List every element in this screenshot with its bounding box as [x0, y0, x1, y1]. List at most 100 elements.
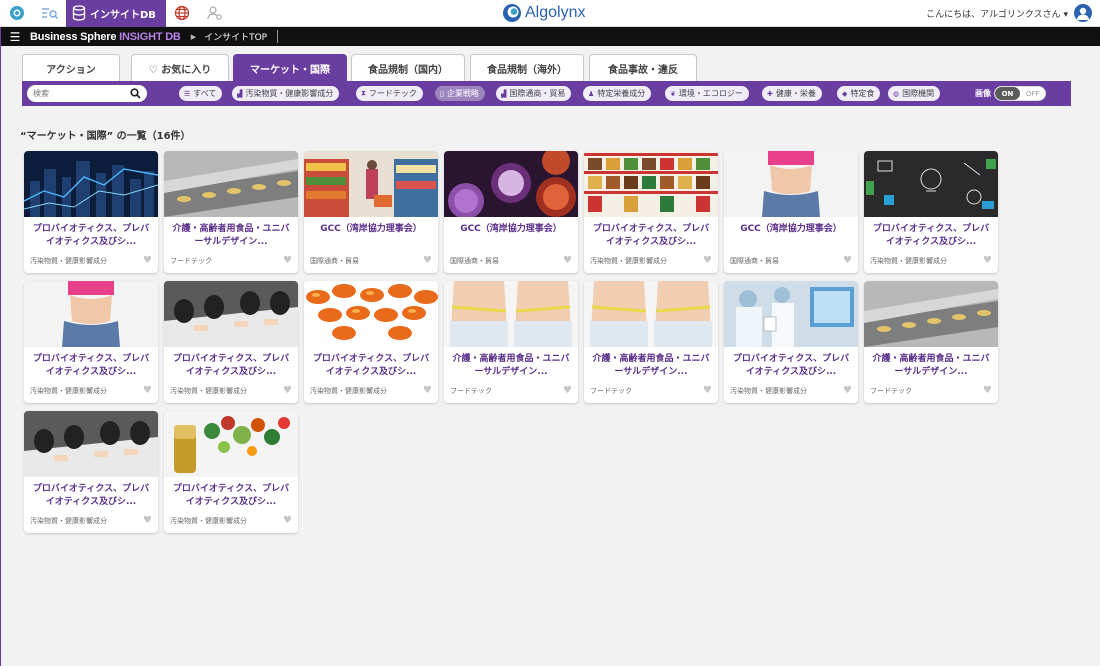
favorite-heart-icon[interactable]: ♥ [703, 385, 712, 396]
card-title[interactable]: プロバイオティクス、プレバイオティクス及びシ... [724, 347, 858, 385]
card-thumbnail[interactable] [864, 281, 998, 347]
filter-chip-health[interactable]: ✚ 健康・栄養 [762, 86, 822, 101]
tag-icon: ◆ [842, 89, 848, 98]
card-title[interactable]: プロバイオティクス、プレバイオティクス及びシ... [304, 347, 438, 385]
favorite-heart-icon[interactable]: ♥ [143, 385, 152, 396]
article-card[interactable]: GCC（湾岸協力理事会） 国際通商・貿易 ♥ [304, 151, 438, 273]
article-card[interactable]: プロバイオティクス、プレバイオティクス及びシ... 汚染物質・健康影響成分 ♥ [864, 151, 998, 273]
article-card[interactable]: プロバイオティクス、プレバイオティクス及びシ... 汚染物質・健康影響成分 ♥ [584, 151, 718, 273]
breadcrumb[interactable]: インサイトTOP [204, 30, 279, 43]
favorite-heart-icon[interactable]: ♥ [143, 515, 152, 526]
favorite-heart-icon[interactable]: ♥ [283, 515, 292, 526]
favorite-heart-icon[interactable]: ♥ [983, 385, 992, 396]
article-card[interactable]: 介護・高齢者用食品・ユニバーサルデザイン... フードテック ♥ [444, 281, 578, 403]
filter-chip-nutrients[interactable]: ♟ 特定栄養成分 [583, 86, 652, 101]
insight-db-tab[interactable]: インサイトDB [66, 0, 166, 27]
card-thumbnail[interactable] [584, 151, 718, 217]
card-title[interactable]: GCC（湾岸協力理事会） [444, 217, 578, 255]
tab-market-international[interactable]: マーケット・国際 [233, 54, 347, 81]
favorite-heart-icon[interactable]: ♥ [983, 255, 992, 266]
filter-chip-contaminants[interactable]: ▟ 汚染物質・健康影響成分 [232, 86, 340, 101]
search-icon[interactable] [130, 88, 141, 99]
article-card[interactable]: GCC（湾岸協力理事会） 国際通商・貿易 ♥ [444, 151, 578, 273]
filter-chip-corporate-strategy[interactable]: ▯ 企業戦略 [435, 86, 485, 101]
article-card[interactable]: プロバイオティクス、プレバイオティクス及びシ... 汚染物質・健康影響成分 ♥ [164, 411, 298, 533]
article-card[interactable]: プロバイオティクス、プレバイオティクス及びシ... 汚染物質・健康影響成分 ♥ [24, 281, 158, 403]
card-title[interactable]: プロバイオティクス、プレバイオティクス及びシ... [24, 477, 158, 515]
favorite-heart-icon[interactable]: ♥ [283, 255, 292, 266]
card-title[interactable]: プロバイオティクス、プレバイオティクス及びシ... [164, 477, 298, 515]
algolynx-logo[interactable]: Algolynx [502, 3, 585, 23]
image-toggle[interactable]: ON OFF [994, 86, 1046, 101]
card-thumbnail[interactable] [24, 151, 158, 217]
favorite-heart-icon[interactable]: ♥ [703, 255, 712, 266]
article-card[interactable]: 介護・高齢者用食品・ユニバーサルデザイン... フードテック ♥ [164, 151, 298, 273]
card-title[interactable]: プロバイオティクス、プレバイオティクス及びシ... [864, 217, 998, 255]
card-title[interactable]: プロバイオティクス、プレバイオティクス及びシ... [24, 347, 158, 385]
favorite-heart-icon[interactable]: ♥ [563, 385, 572, 396]
filter-chip-trade[interactable]: ▟ 国際通商・貿易 [496, 86, 572, 101]
article-card[interactable]: 介護・高齢者用食品・ユニバーサルデザイン... フードテック ♥ [864, 281, 998, 403]
card-title[interactable]: GCC（湾岸協力理事会） [304, 217, 438, 255]
card-thumbnail[interactable] [444, 281, 578, 347]
card-thumbnail[interactable] [444, 151, 578, 219]
favorite-heart-icon[interactable]: ♥ [843, 385, 852, 396]
article-card[interactable]: プロバイオティクス、プレバイオティクス及びシ... 汚染物質・健康影響成分 ♥ [164, 281, 298, 403]
filter-chip-foodtech[interactable]: ⧗ フードテック [356, 86, 423, 101]
card-category: 汚染物質・健康影響成分 [870, 256, 947, 265]
card-thumbnail[interactable] [304, 281, 438, 347]
article-card[interactable]: GCC（湾岸協力理事会） 国際通商・貿易 ♥ [724, 151, 858, 273]
card-title[interactable]: プロバイオティクス、プレバイオティクス及びシ... [584, 217, 718, 255]
article-card[interactable]: プロバイオティクス、プレバイオティクス及びシ... 汚染物質・健康影響成分 ♥ [24, 151, 158, 273]
card-thumbnail[interactable] [724, 281, 858, 347]
filter-chip-specific-food[interactable]: ◆ 特定食 [837, 86, 881, 101]
article-card[interactable]: プロバイオティクス、プレバイオティクス及びシ... 汚染物質・健康影響成分 ♥ [724, 281, 858, 403]
globe-icon[interactable] [166, 0, 199, 27]
card-meta: 国際通商・貿易 ♥ [724, 255, 858, 266]
article-card[interactable]: プロバイオティクス、プレバイオティクス及びシ... 汚染物質・健康影響成分 ♥ [24, 411, 158, 533]
card-thumbnail[interactable] [864, 151, 998, 217]
card-thumbnail[interactable] [304, 151, 438, 217]
tab-favorites[interactable]: ♡ お気に入り [131, 54, 229, 81]
card-thumbnail[interactable] [164, 151, 298, 217]
article-card[interactable]: プロバイオティクス、プレバイオティクス及びシ... 汚染物質・健康影響成分 ♥ [304, 281, 438, 403]
card-title[interactable]: プロバイオティクス、プレバイオティクス及びシ... [164, 347, 298, 385]
card-meta: フードテック ♥ [444, 385, 578, 396]
card-thumbnail[interactable] [584, 281, 718, 347]
toggle-on[interactable]: ON [995, 87, 1020, 100]
home-icon[interactable] [0, 0, 33, 27]
card-thumbnail[interactable] [24, 411, 158, 477]
card-thumbnail[interactable] [24, 281, 158, 347]
user-settings-icon[interactable] [199, 0, 232, 27]
card-title[interactable]: GCC（湾岸協力理事会） [724, 217, 858, 255]
card-title[interactable]: 介護・高齢者用食品・ユニバーサルデザイン... [864, 347, 998, 385]
card-thumbnail[interactable] [164, 281, 298, 347]
card-title[interactable]: 介護・高齢者用食品・ユニバーサルデザイン... [164, 217, 298, 255]
filter-chip-international-orgs[interactable]: ◍ 国際機関 [888, 86, 941, 101]
avatar-icon[interactable] [1074, 4, 1092, 22]
tab-food-regulation-domestic[interactable]: 食品規制（国内） [351, 54, 465, 81]
favorite-heart-icon[interactable]: ♥ [423, 385, 432, 396]
tab-food-regulation-overseas[interactable]: 食品規制（海外） [470, 54, 584, 81]
favorite-heart-icon[interactable]: ♥ [143, 255, 152, 266]
card-title[interactable]: 介護・高齢者用食品・ユニバーサルデザイン... [444, 347, 578, 385]
favorite-heart-icon[interactable]: ♥ [563, 255, 572, 266]
tab-food-accidents[interactable]: 食品事故・違反 [589, 54, 697, 81]
favorite-heart-icon[interactable]: ♥ [283, 385, 292, 396]
card-thumbnail[interactable] [724, 151, 858, 217]
favorite-heart-icon[interactable]: ♥ [423, 255, 432, 266]
favorite-heart-icon[interactable]: ♥ [843, 255, 852, 266]
card-title[interactable]: 介護・高齢者用食品・ユニバーサルデザイン... [584, 347, 718, 385]
search-input[interactable] [33, 89, 128, 98]
tab-action[interactable]: アクション [22, 54, 120, 81]
hamburger-menu-icon[interactable]: ☰ [0, 30, 30, 44]
search-list-icon[interactable] [33, 0, 66, 27]
card-title[interactable]: プロバイオティクス、プレバイオティクス及びシ... [24, 217, 158, 255]
toggle-off[interactable]: OFF [1020, 87, 1045, 100]
card-meta: 国際通商・貿易 ♥ [444, 255, 578, 266]
filter-chip-ecology[interactable]: ❦ 環境・エコロジー [665, 86, 749, 101]
user-menu[interactable]: こんにちは、アルゴリンクスさん ▾ [926, 4, 1092, 22]
card-thumbnail[interactable] [164, 411, 298, 477]
article-card[interactable]: 介護・高齢者用食品・ユニバーサルデザイン... フードテック ♥ [584, 281, 718, 403]
filter-chip-all[interactable]: ☰ すべて [179, 86, 223, 101]
